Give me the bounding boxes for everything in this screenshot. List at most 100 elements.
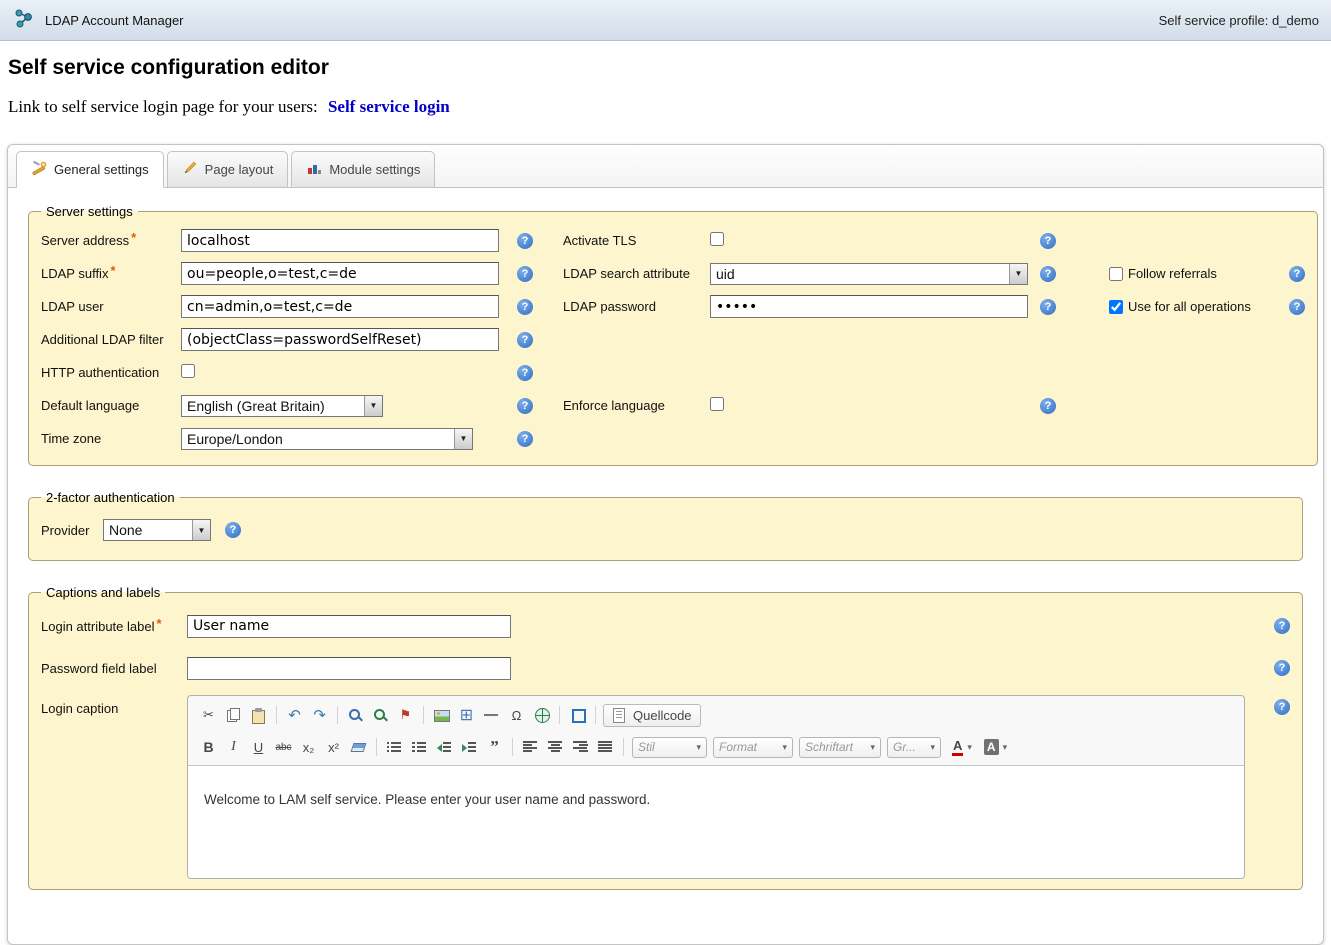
align-right-icon[interactable] — [568, 735, 593, 759]
help-icon[interactable]: ? — [1289, 299, 1305, 315]
copy-icon[interactable] — [221, 703, 246, 727]
horizontal-rule-icon[interactable] — [479, 703, 504, 727]
dropdown-arrow-icon: ▼ — [364, 396, 382, 416]
replace-icon[interactable] — [368, 703, 393, 727]
text-color-button[interactable]: A ▾ — [948, 735, 976, 759]
help-icon[interactable]: ? — [1289, 266, 1305, 282]
tab-strip: General settings Page layout Module sett… — [8, 145, 1323, 188]
dropdown-arrow-icon: ▼ — [454, 429, 472, 449]
insert-table-icon[interactable]: ⊞ — [454, 703, 479, 727]
cut-icon[interactable]: ✂ — [196, 703, 221, 727]
remove-format-icon[interactable] — [346, 735, 371, 759]
source-code-button[interactable]: Quellcode — [603, 704, 701, 727]
help-icon[interactable]: ? — [1040, 398, 1056, 414]
format-dropdown[interactable]: Format ▾ — [713, 737, 793, 758]
tab-module-settings[interactable]: Module settings — [291, 151, 435, 188]
help-icon[interactable]: ? — [1040, 266, 1056, 282]
caret-down-icon: ▾ — [870, 742, 875, 753]
form-row: Login caption ✂ ↶ ↷ ⚑ — [41, 695, 1290, 879]
bulleted-list-icon[interactable] — [407, 735, 432, 759]
help-icon[interactable]: ? — [517, 365, 533, 381]
help-icon[interactable]: ? — [517, 233, 533, 249]
maximize-icon[interactable] — [565, 703, 590, 727]
enforce-language-checkbox[interactable] — [710, 397, 724, 411]
help-icon[interactable]: ? — [517, 332, 533, 348]
tab-general-settings-label: General settings — [54, 162, 149, 177]
text-color-icon: A — [952, 738, 963, 756]
pencil-icon — [182, 160, 198, 179]
two-factor-fieldset: 2-factor authentication Provider None ▼ … — [28, 490, 1303, 561]
ldap-user-input[interactable] — [181, 295, 499, 318]
align-center-icon[interactable] — [543, 735, 568, 759]
justify-icon[interactable] — [593, 735, 618, 759]
use-for-all-operations-label: Use for all operations — [1128, 299, 1251, 314]
top-header-bar: LDAP Account Manager Self service profil… — [0, 0, 1331, 41]
help-icon[interactable]: ? — [517, 299, 533, 315]
ldap-search-attribute-select[interactable]: uid ▼ — [710, 263, 1028, 285]
outdent-icon[interactable] — [432, 735, 457, 759]
ldap-password-input[interactable] — [710, 295, 1028, 318]
font-dropdown[interactable]: Schriftart ▾ — [799, 737, 881, 758]
spellcheck-flag-icon[interactable]: ⚑ — [393, 703, 418, 727]
undo-icon[interactable]: ↶ — [282, 703, 307, 727]
underline-icon[interactable]: U — [246, 735, 271, 759]
time-zone-select[interactable]: Europe/London ▼ — [181, 428, 473, 450]
help-icon[interactable]: ? — [1274, 618, 1290, 634]
provider-select[interactable]: None ▼ — [103, 519, 211, 541]
login-caption-label: Login caption — [41, 695, 187, 716]
additional-ldap-filter-label: Additional LDAP filter — [41, 332, 181, 347]
ldap-password-label: LDAP password — [563, 299, 710, 314]
form-row: Default language English (Great Britain)… — [41, 389, 1305, 422]
redo-icon[interactable]: ↷ — [307, 703, 332, 727]
find-icon[interactable] — [343, 703, 368, 727]
styles-dropdown[interactable]: Stil ▾ — [632, 737, 707, 758]
help-icon[interactable]: ? — [1274, 660, 1290, 676]
help-icon[interactable]: ? — [517, 431, 533, 447]
follow-referrals-checkbox[interactable] — [1109, 267, 1123, 281]
additional-ldap-filter-input[interactable] — [181, 328, 499, 351]
iframe-globe-icon[interactable] — [529, 703, 554, 727]
tab-general-settings[interactable]: General settings — [16, 151, 164, 188]
help-icon[interactable]: ? — [1040, 233, 1056, 249]
login-attribute-input[interactable] — [187, 615, 511, 638]
http-authentication-checkbox[interactable] — [181, 364, 195, 378]
selected-value: Europe/London — [182, 431, 454, 447]
help-icon[interactable]: ? — [1274, 699, 1290, 715]
toolbar-separator — [623, 738, 624, 756]
ldap-suffix-input[interactable] — [181, 262, 499, 285]
italic-icon[interactable]: I — [221, 735, 246, 759]
background-color-button[interactable]: A ▾ — [980, 735, 1011, 759]
strikethrough-icon[interactable]: abc — [271, 735, 296, 759]
app-branding: LDAP Account Manager — [12, 7, 184, 34]
password-field-label-input[interactable] — [187, 657, 511, 680]
insert-image-icon[interactable] — [429, 703, 454, 727]
size-dropdown[interactable]: Gr... ▾ — [887, 737, 941, 758]
server-address-label: Server address* — [41, 233, 181, 248]
special-char-icon[interactable]: Ω — [504, 703, 529, 727]
two-factor-legend: 2-factor authentication — [41, 490, 180, 505]
superscript-icon[interactable]: x² — [321, 735, 346, 759]
size-dropdown-label: Gr... — [893, 740, 916, 754]
blockquote-icon[interactable]: ” — [482, 735, 507, 759]
paste-icon[interactable] — [246, 703, 271, 727]
activate-tls-checkbox[interactable] — [710, 232, 724, 246]
toolbar-separator — [595, 706, 596, 724]
server-address-input[interactable] — [181, 229, 499, 252]
help-icon[interactable]: ? — [225, 522, 241, 538]
align-left-icon[interactable] — [518, 735, 543, 759]
tab-page-layout[interactable]: Page layout — [167, 151, 289, 188]
use-for-all-operations-checkbox[interactable] — [1109, 300, 1123, 314]
subscript-icon[interactable]: x₂ — [296, 735, 321, 759]
toolbar-separator — [276, 706, 277, 724]
help-icon[interactable]: ? — [1040, 299, 1056, 315]
indent-icon[interactable] — [457, 735, 482, 759]
numbered-list-icon[interactable] — [382, 735, 407, 759]
editor-content-area[interactable]: Welcome to LAM self service. Please ente… — [188, 766, 1244, 878]
editor-toolbar-row2: B I U abc x₂ x² ” — [188, 731, 1244, 766]
bold-icon[interactable]: B — [196, 735, 221, 759]
self-service-login-link[interactable]: Self service login — [328, 97, 450, 116]
source-code-label: Quellcode — [633, 708, 692, 723]
help-icon[interactable]: ? — [517, 266, 533, 282]
help-icon[interactable]: ? — [517, 398, 533, 414]
default-language-select[interactable]: English (Great Britain) ▼ — [181, 395, 383, 417]
